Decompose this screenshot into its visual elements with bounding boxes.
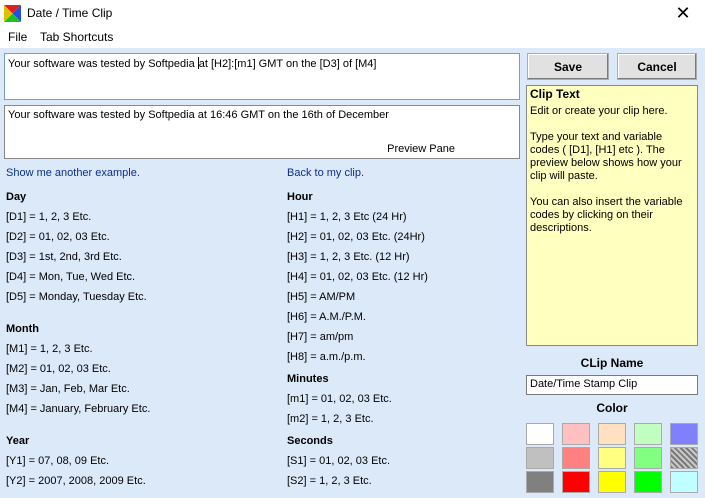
day-heading: Day xyxy=(6,191,27,203)
color-swatch[interactable] xyxy=(634,471,662,493)
code-m2[interactable]: [M2] = 01, 02, 03 Etc. xyxy=(6,363,111,375)
code-y2[interactable]: [Y2] = 2007, 2008, 2009 Etc. xyxy=(6,475,146,487)
year-heading: Year xyxy=(6,435,30,447)
cancel-button[interactable]: Cancel xyxy=(617,53,697,80)
color-swatch[interactable] xyxy=(670,471,698,493)
back-to-clip-link[interactable]: Back to my clip. xyxy=(287,167,364,179)
preview-text: Your software was tested by Softpedia at… xyxy=(8,109,389,121)
preview-pane: Your software was tested by Softpedia at… xyxy=(4,105,520,159)
show-example-link[interactable]: Show me another example. xyxy=(6,167,140,179)
code-s2[interactable]: [S2] = 1, 2, 3 Etc. xyxy=(287,475,372,487)
code-d5[interactable]: [D5] = Monday, Tuesday Etc. xyxy=(6,291,147,303)
color-swatch[interactable] xyxy=(598,447,626,469)
code-d2[interactable]: [D2] = 01, 02, 03 Etc. xyxy=(6,231,110,243)
help-paragraph: You can also insert the variable codes b… xyxy=(530,196,683,234)
color-swatch[interactable] xyxy=(526,423,554,445)
help-title: Clip Text xyxy=(530,87,580,101)
clip-text-after: at [H2]:[m1] GMT on the [D3] of [M4] xyxy=(198,58,377,70)
window-title: Date / Time Clip xyxy=(27,6,113,20)
title-bar: Date / Time Clip ✕ xyxy=(0,0,705,27)
main-panel: Your software was tested by Softpedia at… xyxy=(0,48,705,498)
code-m1[interactable]: [M1] = 1, 2, 3 Etc. xyxy=(6,343,93,355)
code-h5[interactable]: [H5] = AM/PM xyxy=(287,291,355,303)
color-swatch[interactable] xyxy=(634,447,662,469)
code-h1[interactable]: [H1] = 1, 2, 3 Etc (24 Hr) xyxy=(287,211,407,223)
color-label: Color xyxy=(596,401,628,415)
preview-pane-label: Preview Pane xyxy=(387,143,455,155)
color-swatch[interactable] xyxy=(526,471,554,493)
color-swatch[interactable] xyxy=(598,471,626,493)
help-paragraph: Edit or create your clip here. xyxy=(530,105,668,117)
code-h3[interactable]: [H3] = 1, 2, 3 Etc. (12 Hr) xyxy=(287,251,410,263)
save-button[interactable]: Save xyxy=(527,53,609,80)
code-m3[interactable]: [M3] = Jan, Feb, Mar Etc. xyxy=(6,383,130,395)
code-d3[interactable]: [D3] = 1st, 2nd, 3rd Etc. xyxy=(6,251,122,263)
help-panel: Clip Text Edit or create your clip here.… xyxy=(526,85,698,346)
menu-tab-shortcuts[interactable]: Tab Shortcuts xyxy=(40,30,113,44)
hour-heading: Hour xyxy=(287,191,313,203)
code-d4[interactable]: [D4] = Mon, Tue, Wed Etc. xyxy=(6,271,135,283)
clip-text-before: Your software was tested by Softpedia xyxy=(8,58,198,70)
menu-bar: File Tab Shortcuts xyxy=(0,27,705,48)
color-swatch[interactable] xyxy=(526,447,554,469)
close-icon[interactable]: ✕ xyxy=(661,0,705,27)
color-swatch[interactable] xyxy=(562,471,590,493)
month-heading: Month xyxy=(6,323,39,335)
color-swatch[interactable] xyxy=(562,447,590,469)
code-m4[interactable]: [M4] = January, February Etc. xyxy=(6,403,150,415)
code-s1[interactable]: [S1] = 01, 02, 03 Etc. xyxy=(287,455,390,467)
seconds-heading: Seconds xyxy=(287,435,333,447)
menu-file[interactable]: File xyxy=(8,30,27,44)
clip-text-input[interactable]: Your software was tested by Softpedia at… xyxy=(4,53,520,100)
code-h4[interactable]: [H4] = 01, 02, 03 Etc. (12 Hr) xyxy=(287,271,428,283)
code-h2[interactable]: [H2] = 01, 02, 03 Etc. (24Hr) xyxy=(287,231,425,243)
clip-name-input[interactable]: Date/Time Stamp Clip xyxy=(526,375,698,395)
color-swatch[interactable] xyxy=(634,423,662,445)
code-y1[interactable]: [Y1] = 07, 08, 09 Etc. xyxy=(6,455,109,467)
minutes-heading: Minutes xyxy=(287,373,329,385)
app-icon xyxy=(4,5,21,22)
code-h6[interactable]: [H6] = A.M./P.M. xyxy=(287,311,366,323)
help-paragraph: Type your text and variable codes ( [D1]… xyxy=(530,131,682,182)
color-swatch[interactable] xyxy=(598,423,626,445)
color-swatch[interactable] xyxy=(670,423,698,445)
code-min2[interactable]: [m2] = 1, 2, 3 Etc. xyxy=(287,413,374,425)
clip-name-label: CLip Name xyxy=(580,356,644,370)
code-d1[interactable]: [D1] = 1, 2, 3 Etc. xyxy=(6,211,91,223)
code-min1[interactable]: [m1] = 01, 02, 03 Etc. xyxy=(287,393,392,405)
code-h7[interactable]: [H7] = am/pm xyxy=(287,331,353,343)
color-swatch[interactable] xyxy=(562,423,590,445)
code-h8[interactable]: [H8] = a.m./p.m. xyxy=(287,351,366,363)
color-swatch[interactable] xyxy=(670,447,698,469)
